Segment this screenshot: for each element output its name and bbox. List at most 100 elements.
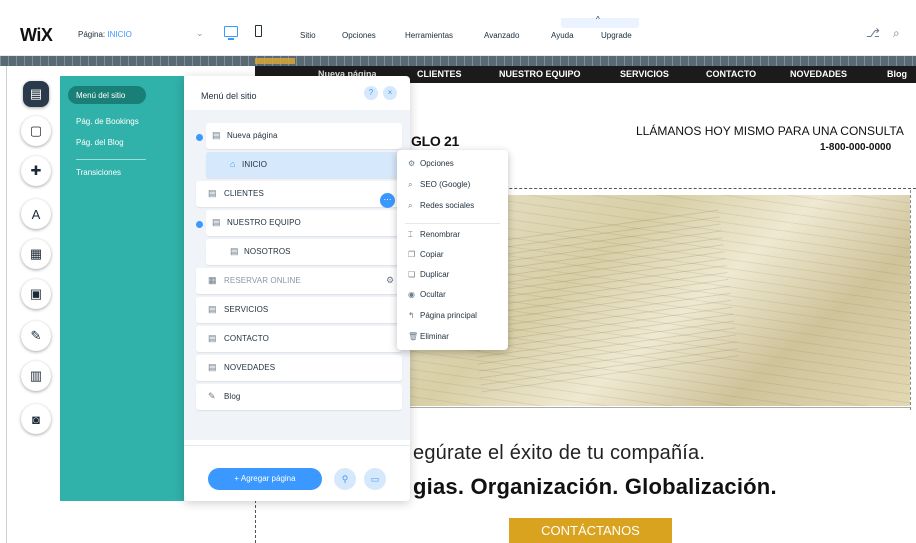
drag-dot (196, 134, 203, 141)
page-icon: ▤ (230, 246, 239, 256)
panel-title: Menú del sitio (201, 91, 257, 101)
page-label: SERVICIOS (224, 305, 269, 314)
left-rail: ▤ ▢ ✚ A ▦ ▣ ✎ ▥ ◙ (0, 66, 51, 543)
chevron-down-icon[interactable]: ⌄ (196, 28, 204, 39)
page-label: NOVEDADES (224, 363, 276, 372)
page-item-nosotros[interactable]: ▤ NOSOTROS (206, 239, 402, 265)
teal-item-blog[interactable]: Pág. del Blog (76, 138, 124, 147)
folder-icon[interactable]: ▭ (364, 468, 386, 490)
teal-item-transitions[interactable]: Transiciones (76, 168, 121, 177)
share-icon[interactable]: ⎇ (866, 26, 880, 40)
rail-guide (6, 66, 7, 543)
nav-blog[interactable]: Blog (887, 69, 907, 79)
nav-novedades[interactable]: NOVEDADES (790, 69, 847, 79)
zoom-icon[interactable]: ⌕ (893, 26, 900, 41)
page-item-inicio[interactable]: ⌂ INICIO (206, 152, 402, 178)
page-item-blog[interactable]: ✎ Blog (196, 384, 402, 410)
ctx-label: Página principal (420, 311, 477, 320)
main-page-icon: ↰ (408, 311, 415, 320)
menu-upgrade[interactable]: Upgrade (601, 31, 632, 40)
hero-border (410, 407, 910, 408)
teal-divider (76, 159, 146, 160)
menu-herramientas[interactable]: Herramientas (405, 31, 453, 40)
eye-icon: ◉ (408, 290, 415, 299)
page-item-novedades[interactable]: ▤ NOVEDADES (196, 355, 402, 381)
menu-opciones[interactable]: Opciones (342, 31, 376, 40)
link-icon[interactable]: ⚲ (334, 468, 356, 490)
nav-servicios[interactable]: SERVICIOS (620, 69, 669, 79)
ctx-ocultar[interactable]: ◉ Ocultar (408, 290, 446, 299)
ctx-label: Eliminar (420, 332, 449, 341)
nav-clientes[interactable]: CLIENTES (417, 69, 462, 79)
ctx-principal[interactable]: ↰ Página principal (408, 311, 477, 320)
blog-icon[interactable]: ✎ (21, 321, 51, 351)
page-label: CONTACTO (224, 334, 269, 343)
desktop-icon[interactable] (224, 26, 238, 40)
ctx-redes[interactable]: ⌕ Redes sociales (408, 201, 474, 211)
ctx-eliminar[interactable]: 🗑 Eliminar (408, 332, 449, 341)
calendar-icon: ▦ (208, 275, 217, 285)
theme-icon[interactable]: A (21, 199, 51, 229)
page-label: NUESTRO EQUIPO (227, 218, 301, 227)
upgrade-tab[interactable]: ^ (561, 15, 639, 28)
copy-icon: ❐ (408, 250, 416, 259)
menu-ayuda[interactable]: Ayuda (551, 31, 574, 40)
trash-icon: 🗑 (408, 332, 419, 341)
page-icon: ▤ (212, 217, 221, 227)
duplicate-icon: ❏ (408, 270, 416, 279)
help-icon[interactable]: ? (364, 86, 378, 100)
close-icon[interactable]: × (383, 86, 397, 100)
more-options-icon[interactable]: ⋯ (380, 193, 395, 208)
mobile-icon[interactable] (255, 25, 262, 37)
page-icon: ▤ (208, 188, 217, 198)
nav-nuestro-equipo[interactable]: NUESTRO EQUIPO (499, 69, 581, 79)
site-tagline-bold: gias. Organización. Globalización. (413, 474, 777, 499)
ctx-renombrar[interactable]: ⌶ Renombrar (408, 230, 460, 240)
page-label: CLIENTES (224, 189, 264, 198)
pages-icon[interactable]: ▤ (23, 81, 49, 107)
page-item-servicios[interactable]: ▤ SERVICIOS (196, 297, 402, 323)
top-toolbar: WiX Página: INICIO ⌄ Sitio Opciones Herr… (0, 0, 916, 56)
ctx-label: SEO (Google) (420, 180, 471, 189)
bookings-icon[interactable]: ▥ (21, 361, 51, 391)
add-icon[interactable]: ✚ (21, 156, 51, 186)
ctx-label: Copiar (420, 250, 444, 259)
page-name: INICIO (107, 30, 132, 39)
rename-icon: ⌶ (408, 230, 413, 239)
page-label: INICIO (242, 160, 268, 169)
page-icon: ▤ (212, 130, 221, 140)
ctx-seo[interactable]: ⌕ SEO (Google) (408, 180, 470, 190)
page-selector[interactable]: Página: INICIO (78, 30, 132, 39)
page-item-nuestro-equipo[interactable]: ▤ NUESTRO EQUIPO (206, 210, 402, 236)
add-page-button[interactable]: + Agregar página (208, 468, 322, 490)
ctx-opciones[interactable]: ⚙ Opciones (408, 159, 454, 168)
page-prefix: Página: (78, 30, 106, 39)
home-icon: ⌂ (230, 159, 236, 169)
page-item-contacto[interactable]: ▤ CONTACTO (196, 326, 402, 352)
page-item-nueva[interactable]: ▤ Nueva página (206, 123, 402, 149)
seo-icon: ⌕ (408, 180, 413, 189)
contact-button[interactable]: CONTÁCTANOS (509, 518, 672, 543)
page-item-reservar[interactable]: ▦ RESERVAR ONLINE ⚙ (196, 268, 402, 294)
ctx-copiar[interactable]: ❐ Copiar (408, 250, 444, 259)
menu-avanzado[interactable]: Avanzado (484, 31, 519, 40)
teal-item-menu[interactable]: Menú del sitio (76, 91, 125, 100)
ctx-duplicar[interactable]: ❏ Duplicar (408, 270, 449, 279)
footer-divider (184, 445, 410, 446)
site-menu-panel: Menú del sitio ? × ▤ Nueva página ⌂ INIC… (184, 76, 410, 501)
ruler-highlight (255, 58, 295, 64)
editor-window: WiX Página: INICIO ⌄ Sitio Opciones Herr… (0, 0, 916, 543)
blog-page-icon: ✎ (208, 391, 216, 401)
menu-sitio[interactable]: Sitio (300, 31, 316, 40)
ctx-label: Redes sociales (420, 201, 475, 210)
pages-category-panel: Menú del sitio Pág. de Bookings Pág. del… (60, 76, 184, 501)
media-icon[interactable]: ▣ (21, 279, 51, 309)
market-icon[interactable]: ◙ (21, 404, 51, 434)
nav-contacto[interactable]: CONTACTO (706, 69, 756, 79)
apps-icon[interactable]: ▦ (21, 239, 51, 269)
settings-icon[interactable]: ⚙ (386, 275, 394, 286)
background-icon[interactable]: ▢ (21, 116, 51, 146)
teal-item-bookings[interactable]: Pág. de Bookings (76, 117, 139, 126)
page-label: NOSOTROS (244, 247, 291, 256)
page-item-clientes[interactable]: ▤ CLIENTES (196, 181, 402, 207)
